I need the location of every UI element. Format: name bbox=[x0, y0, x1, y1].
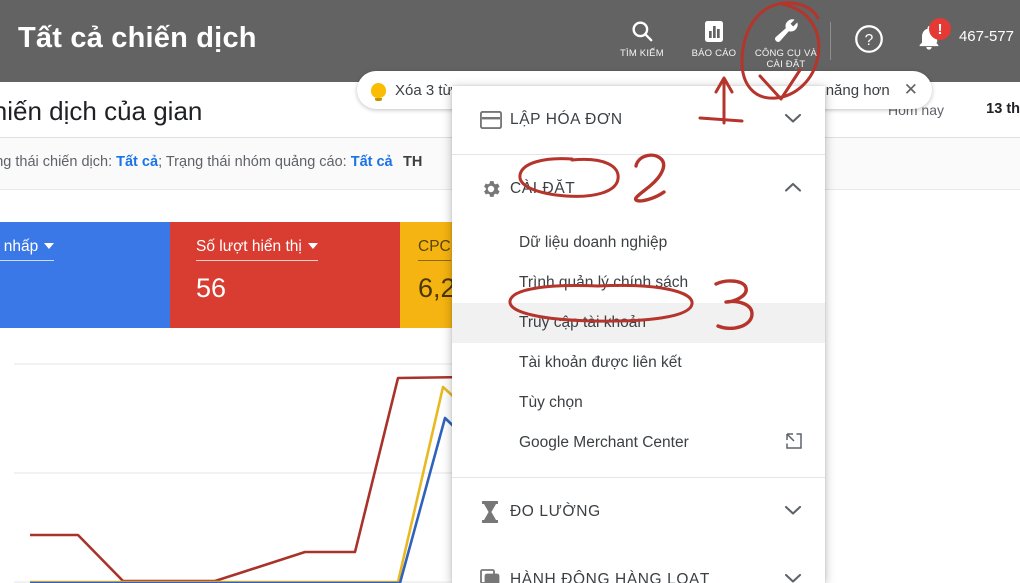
ads-dashboard-screen: Lượt nhấp Số lượt hiển thị 56 CPC 6,2 bbox=[0, 0, 1020, 583]
menu-item-linked-accounts[interactable]: Tài khoản được liên kết bbox=[452, 343, 825, 383]
chevron-down-icon[interactable] bbox=[783, 503, 803, 521]
search-icon bbox=[629, 16, 655, 46]
menu-section-bulk-actions[interactable]: HÀNH ĐỘNG HÀNG LOẠT bbox=[452, 546, 825, 583]
header-tools-settings-button[interactable]: CÔNG CỤ VÀ CÀI ĐẶT bbox=[750, 0, 822, 70]
date-range-value[interactable]: 13 th bbox=[986, 101, 1020, 117]
campaign-name: Chiến dịch của gian bbox=[0, 96, 203, 126]
header-actions: TÌM KIẾM BÁO CÁO CÔNG CỤ VÀ CÀI ĐẶT ? ! … bbox=[606, 0, 1020, 82]
header-reports-button[interactable]: BÁO CÁO bbox=[678, 0, 750, 59]
wrench-icon bbox=[772, 16, 800, 46]
filter-adgroup-status[interactable]: Tất cả bbox=[351, 154, 393, 170]
header-divider bbox=[829, 22, 831, 60]
performance-chart bbox=[0, 330, 468, 583]
filter-add-button[interactable]: TH bbox=[403, 154, 422, 170]
metric-card-impressions-value: 56 bbox=[196, 273, 227, 303]
page-title: Tất cả chiến dịch bbox=[18, 22, 257, 54]
copy-stack-icon bbox=[480, 569, 510, 583]
header-tools-settings-label: CÔNG CỤ VÀ CÀI ĐẶT bbox=[754, 48, 818, 70]
filter-prefix: Trạng thái chiến dịch: bbox=[0, 154, 113, 170]
menu-section-bulk-actions-label: HÀNH ĐỘNG HÀNG LOẠT bbox=[510, 571, 711, 583]
menu-item-merchant-center-label: Google Merchant Center bbox=[519, 434, 689, 451]
menu-item-policy-manager-label: Trình quản lý chính sách bbox=[519, 274, 689, 291]
metric-card-clicks-label: Lượt nhấp bbox=[0, 238, 39, 255]
menu-item-business-data-label: Dữ liệu doanh nghiệp bbox=[519, 234, 668, 251]
menu-section-settings[interactable]: CÀI ĐẶT bbox=[452, 155, 825, 223]
notification-text-right: năng hơn bbox=[825, 81, 890, 99]
filter-summary[interactable]: Trạng thái chiến dịch: Tất cả; Trạng thá… bbox=[0, 154, 393, 170]
chevron-down-icon[interactable] bbox=[307, 243, 318, 249]
hourglass-icon bbox=[480, 500, 510, 524]
metric-card-cpc-title[interactable]: CPC bbox=[418, 238, 451, 261]
menu-item-preferences[interactable]: Tùy chọn bbox=[452, 383, 825, 423]
chart-svg bbox=[14, 363, 468, 583]
tools-settings-dropdown: LẬP HÓA ĐƠN CÀI ĐẶT Dữ liệu doanh nghiệp… bbox=[452, 86, 825, 583]
open-in-new-icon[interactable] bbox=[785, 432, 803, 455]
metric-cards-row: Lượt nhấp Số lượt hiển thị 56 CPC 6,2 bbox=[0, 222, 460, 328]
lightbulb-icon bbox=[371, 82, 386, 101]
menu-item-policy-manager[interactable]: Trình quản lý chính sách bbox=[452, 263, 825, 303]
help-circle-icon: ? bbox=[854, 24, 884, 59]
metric-card-impressions-title[interactable]: Số lượt hiển thị bbox=[196, 238, 318, 261]
chevron-up-icon[interactable] bbox=[783, 180, 803, 198]
chevron-down-icon[interactable] bbox=[783, 571, 803, 583]
top-header-bar: Tất cả chiến dịch TÌM KIẾM BÁO CÁO CÔNG … bbox=[0, 0, 1020, 82]
menu-item-merchant-center[interactable]: Google Merchant Center bbox=[452, 423, 825, 463]
svg-text:?: ? bbox=[865, 32, 874, 49]
menu-section-billing[interactable]: LẬP HÓA ĐƠN bbox=[452, 86, 825, 154]
chevron-down-icon[interactable] bbox=[783, 111, 803, 129]
menu-item-account-access-label: Truy cập tài khoản bbox=[519, 314, 646, 331]
metric-card-impressions-label: Số lượt hiển thị bbox=[196, 238, 302, 255]
menu-item-business-data[interactable]: Dữ liệu doanh nghiệp bbox=[452, 223, 825, 263]
menu-section-settings-label: CÀI ĐẶT bbox=[510, 180, 576, 197]
header-search-label: TÌM KIẾM bbox=[620, 48, 664, 59]
menu-section-measure[interactable]: ĐO LƯỜNG bbox=[452, 478, 825, 546]
metric-card-cpc[interactable]: CPC 6,2 bbox=[400, 222, 460, 328]
credit-card-icon bbox=[480, 111, 510, 129]
chevron-down-icon[interactable] bbox=[44, 243, 55, 249]
notification-text-left: Xóa 3 từ bbox=[395, 81, 453, 99]
close-icon[interactable]: ✕ bbox=[904, 80, 918, 100]
header-help-button[interactable]: ? bbox=[839, 0, 899, 59]
menu-section-billing-label: LẬP HÓA ĐƠN bbox=[510, 111, 623, 128]
menu-section-measure-label: ĐO LƯỜNG bbox=[510, 503, 601, 520]
chart-line-cpc bbox=[30, 375, 468, 583]
metric-card-impressions[interactable]: Số lượt hiển thị 56 bbox=[170, 222, 400, 328]
filter-campaign-status[interactable]: Tất cả bbox=[116, 154, 158, 170]
menu-item-account-access[interactable]: Truy cập tài khoản bbox=[452, 303, 825, 343]
header-reports-label: BÁO CÁO bbox=[691, 48, 737, 59]
menu-item-preferences-label: Tùy chọn bbox=[519, 394, 583, 411]
header-notifications-button[interactable]: ! bbox=[899, 0, 959, 57]
metric-card-clicks-title[interactable]: Lượt nhấp bbox=[0, 238, 55, 261]
notification-badge: ! bbox=[928, 18, 951, 40]
metric-card-clicks[interactable]: Lượt nhấp bbox=[0, 222, 170, 328]
metric-card-cpc-label: CPC bbox=[418, 238, 451, 255]
menu-item-linked-accounts-label: Tài khoản được liên kết bbox=[519, 354, 682, 371]
header-search-button[interactable]: TÌM KIẾM bbox=[606, 0, 678, 59]
filter-middle: ; Trạng thái nhóm quảng cáo: bbox=[158, 154, 351, 170]
gear-icon bbox=[480, 178, 510, 200]
menu-spacer bbox=[452, 463, 825, 477]
bar-chart-icon bbox=[702, 16, 726, 46]
account-number[interactable]: 467-577 bbox=[959, 0, 1020, 45]
